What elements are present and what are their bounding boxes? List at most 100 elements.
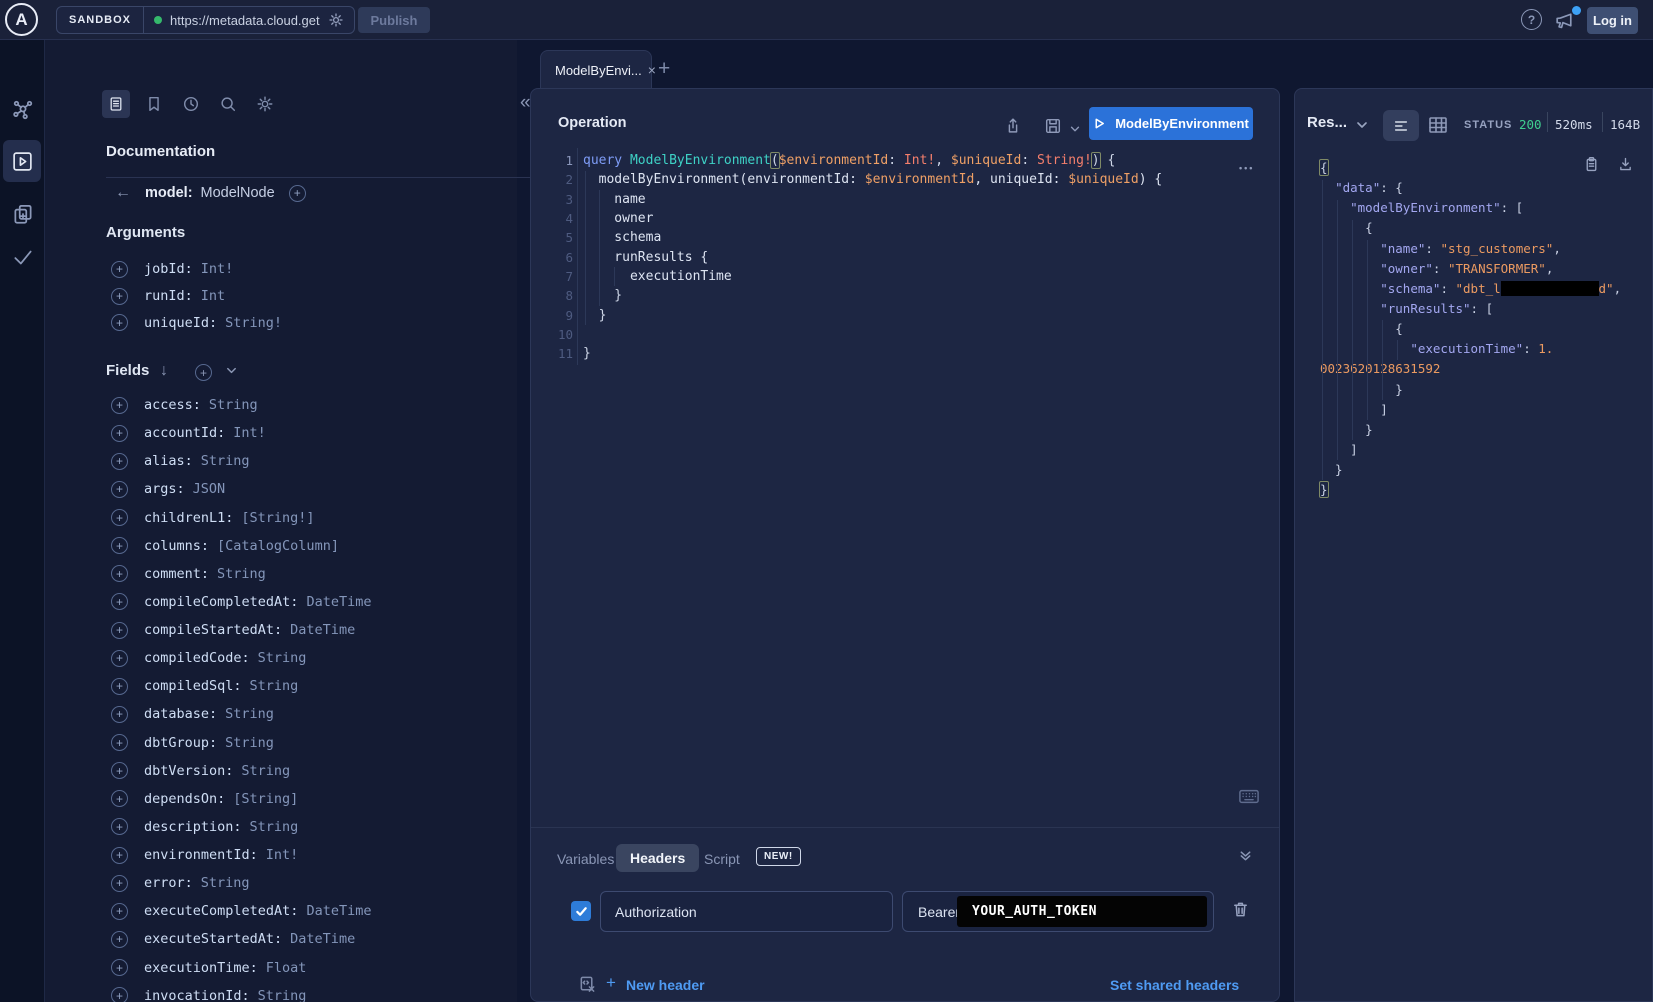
add-field-plus-icon[interactable]: + <box>111 593 128 610</box>
table-view-toggle[interactable] <box>1427 114 1449 136</box>
field-row[interactable]: +environmentId:Int! <box>111 841 371 869</box>
field-row[interactable]: +executeStartedAt:DateTime <box>111 925 371 953</box>
add-field-plus-icon[interactable]: + <box>111 565 128 582</box>
field-type[interactable]: [String!] <box>241 510 314 526</box>
field-row[interactable]: +args:JSON <box>111 475 371 503</box>
field-type[interactable]: String <box>217 566 266 582</box>
field-row[interactable]: +compiledCode:String <box>111 644 371 672</box>
field-row[interactable]: +invocationId:String <box>111 982 371 1002</box>
editor-menu-ellipsis-icon[interactable]: ••• <box>1239 163 1254 173</box>
field-type[interactable]: Int! <box>233 425 266 441</box>
field-type[interactable]: String <box>209 397 258 413</box>
share-operation-icon[interactable] <box>1004 117 1022 135</box>
settings-gear-icon[interactable] <box>256 95 274 113</box>
field-type[interactable]: Int <box>201 288 225 304</box>
field-type[interactable]: DateTime <box>290 622 355 638</box>
field-row[interactable]: +compileStartedAt:DateTime <box>111 616 371 644</box>
add-field-plus-icon[interactable]: + <box>111 762 128 779</box>
add-field-plus-icon[interactable]: + <box>111 931 128 948</box>
endpoint-url[interactable]: https://metadata.cloud.get <box>170 13 320 28</box>
add-field-plus-icon[interactable]: + <box>111 453 128 470</box>
field-type[interactable]: String <box>201 875 250 891</box>
new-tab-button[interactable]: + <box>658 57 670 81</box>
add-field-plus-icon[interactable]: + <box>111 790 128 807</box>
field-row[interactable]: +dbtGroup:String <box>111 729 371 757</box>
add-field-plus-icon[interactable]: + <box>111 288 128 305</box>
field-row[interactable]: +compileCompletedAt:DateTime <box>111 588 371 616</box>
field-row[interactable]: +dependsOn:[String] <box>111 785 371 813</box>
breadcrumb-type[interactable]: ModelNode <box>201 185 275 201</box>
argument-row[interactable]: +jobId:Int! <box>111 256 282 283</box>
back-arrow-icon[interactable]: ← <box>115 184 131 202</box>
close-tab-icon[interactable]: × <box>648 62 656 78</box>
field-row[interactable]: +columns:[CatalogColumn] <box>111 532 371 560</box>
field-row[interactable]: +executeCompletedAt:DateTime <box>111 897 371 925</box>
field-type[interactable]: DateTime <box>306 903 371 919</box>
search-icon[interactable] <box>219 95 237 113</box>
add-field-plus-icon[interactable]: + <box>111 622 128 639</box>
field-row[interactable]: +executionTime:Float <box>111 954 371 982</box>
field-row[interactable]: +access:String <box>111 391 371 419</box>
publish-button[interactable]: Publish <box>358 7 430 33</box>
field-type[interactable]: DateTime <box>290 931 355 947</box>
add-field-plus-icon[interactable]: + <box>111 678 128 695</box>
header-script-icon[interactable] <box>578 975 597 994</box>
field-type[interactable]: DateTime <box>306 594 371 610</box>
graphql-editor[interactable]: 1query ModelByEnvironment($environmentId… <box>543 151 1162 363</box>
login-button[interactable]: Log in <box>1587 7 1638 34</box>
field-type[interactable]: String <box>201 453 250 469</box>
header-enabled-checkbox[interactable] <box>571 901 591 921</box>
operation-tab[interactable]: ModelByEnvi... × <box>540 50 652 89</box>
field-type[interactable]: String <box>225 706 274 722</box>
argument-row[interactable]: +runId:Int <box>111 283 282 310</box>
field-row[interactable]: +description:String <box>111 813 371 841</box>
field-type[interactable]: String <box>258 650 307 666</box>
field-row[interactable]: +accountId:Int! <box>111 419 371 447</box>
explorer-icon[interactable] <box>11 150 34 173</box>
apollo-logo-icon[interactable]: A <box>5 3 38 36</box>
keyboard-shortcuts-icon[interactable] <box>1239 789 1259 804</box>
sort-fields-icon[interactable]: ↓ <box>160 362 168 380</box>
endpoint-chip[interactable]: SANDBOX https://metadata.cloud.get <box>56 6 355 34</box>
add-field-plus-icon[interactable]: + <box>111 903 128 920</box>
field-row[interactable]: +comment:String <box>111 560 371 588</box>
tab-variables[interactable]: Variables <box>557 851 614 867</box>
fields-options-chevron-icon[interactable] <box>225 364 238 377</box>
collapse-io-section-icon[interactable] <box>1238 848 1253 863</box>
field-type[interactable]: [CatalogColumn] <box>217 538 339 554</box>
checklist-icon[interactable] <box>11 245 35 269</box>
field-type[interactable]: String <box>225 735 274 751</box>
save-options-chevron-icon[interactable] <box>1069 123 1081 135</box>
delete-header-trash-icon[interactable] <box>1231 900 1250 919</box>
field-type[interactable]: [String] <box>233 791 298 807</box>
header-key-input[interactable]: Authorization <box>600 891 893 932</box>
tab-headers[interactable]: Headers <box>616 844 699 872</box>
history-icon[interactable] <box>182 95 200 113</box>
field-row[interactable]: +compiledSql:String <box>111 672 371 700</box>
add-field-plus-icon[interactable]: + <box>111 987 128 1002</box>
field-type[interactable]: String! <box>225 315 282 331</box>
argument-row[interactable]: +uniqueId:String! <box>111 309 282 336</box>
field-type[interactable]: String <box>250 819 299 835</box>
field-row[interactable]: +alias:String <box>111 447 371 475</box>
add-field-plus-icon[interactable]: + <box>111 481 128 498</box>
run-operation-button[interactable]: ModelByEnvironment <box>1089 107 1253 140</box>
add-field-plus-icon[interactable]: + <box>111 959 128 976</box>
bookmarks-icon[interactable] <box>145 95 163 113</box>
add-field-plus-icon[interactable]: + <box>111 537 128 554</box>
field-type[interactable]: String <box>241 763 290 779</box>
add-field-plus-icon[interactable]: + <box>111 818 128 835</box>
field-type[interactable]: Int! <box>266 847 299 863</box>
tab-script[interactable]: Script <box>704 851 740 867</box>
add-to-query-button[interactable]: + <box>289 185 306 202</box>
field-row[interactable]: +error:String <box>111 869 371 897</box>
field-type[interactable]: String <box>258 988 307 1002</box>
schema-graph-icon[interactable] <box>11 98 35 122</box>
add-field-plus-icon[interactable]: + <box>111 875 128 892</box>
add-field-plus-icon[interactable]: + <box>111 847 128 864</box>
field-type[interactable]: JSON <box>193 481 226 497</box>
collections-icon[interactable] <box>11 202 35 226</box>
field-type[interactable]: String <box>250 678 299 694</box>
new-header-button[interactable]: New header <box>626 977 705 993</box>
endpoint-settings-gear-icon[interactable] <box>328 12 344 28</box>
